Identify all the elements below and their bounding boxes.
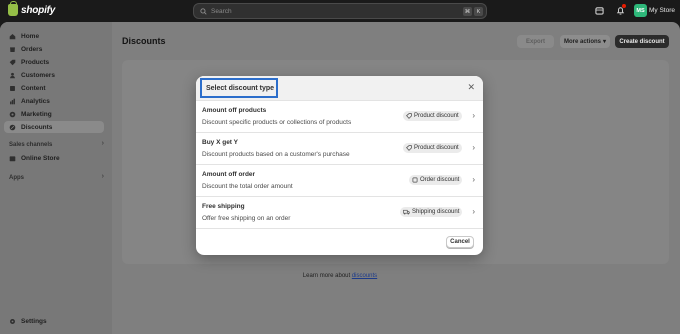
sidebar-item-label: Customers — [21, 71, 55, 79]
option-title: Amount off order — [202, 171, 256, 178]
chevron-right-icon: › — [472, 143, 475, 152]
sidebar-item-discounts[interactable]: Discounts — [4, 121, 104, 133]
option-amount-off-order[interactable]: Amount off order Discount the total orde… — [196, 165, 483, 197]
option-title: Free shipping — [202, 203, 245, 210]
sidebar-item-orders[interactable]: Orders — [4, 43, 104, 55]
truck-icon — [403, 209, 410, 215]
chevron-down-icon: ▾ — [603, 39, 607, 45]
apps-chevron-icon[interactable]: › — [102, 173, 104, 180]
more-actions-label: More actions — [563, 38, 601, 45]
shipping-discount-badge: Shipping discount — [400, 207, 463, 217]
option-description: Offer free shipping on an order — [202, 215, 291, 222]
sidebar-item-label: Discounts — [21, 123, 53, 131]
top-bar: shopify Search ⌘ K MS My Store — [0, 0, 680, 22]
sidebar-item-customers[interactable]: Customers — [4, 69, 104, 81]
marketing-icon — [9, 111, 16, 117]
sidebar-item-settings[interactable]: Settings — [9, 318, 47, 325]
option-amount-off-products[interactable]: Amount off products Discount specific pr… — [196, 101, 483, 133]
analytics-icon — [10, 98, 15, 104]
search-input[interactable]: Search ⌘ K — [193, 3, 487, 19]
logo-text: shopify — [21, 4, 56, 16]
badge-label: Order discount — [420, 177, 460, 183]
order-discount-badge: Order discount — [409, 175, 463, 185]
shopify-logo[interactable]: shopify — [8, 1, 56, 16]
export-button[interactable]: Export — [517, 35, 554, 48]
more-actions-button[interactable]: More actions ▾ — [560, 35, 610, 48]
sidebar-item-label: Online Store — [21, 154, 60, 162]
home-icon — [9, 33, 16, 39]
badge-label: Product discount — [414, 145, 459, 151]
receipt-icon — [412, 177, 418, 183]
sales-channels-heading: Sales channels — [9, 142, 53, 148]
cancel-button[interactable]: Cancel — [446, 236, 474, 248]
shopify-bag-icon — [8, 1, 18, 16]
sidebar-item-label: Marketing — [21, 110, 52, 118]
close-icon[interactable]: ✕ — [467, 83, 475, 92]
option-free-shipping[interactable]: Free shipping Offer free shipping on an … — [196, 197, 483, 229]
discounts-icon — [9, 124, 16, 130]
gear-icon — [10, 319, 15, 324]
option-description: Discount products based on a customer's … — [202, 151, 350, 158]
sidebar-item-label: Analytics — [21, 97, 50, 105]
sidebar-item-label: Orders — [21, 45, 43, 53]
tag-icon — [406, 145, 412, 151]
product-discount-badge: Product discount — [403, 143, 462, 153]
sidebar-item-marketing[interactable]: Marketing — [4, 108, 104, 120]
option-description: Discount the total order amount — [202, 183, 293, 190]
shortcut-key-k: K — [474, 7, 483, 16]
badge-label: Product discount — [414, 113, 459, 119]
option-title: Amount off products — [202, 107, 267, 114]
modal-header: Select discount type ✕ — [196, 76, 483, 101]
notification-dot — [622, 4, 626, 8]
sidebar-item-home[interactable]: Home — [4, 30, 104, 42]
sales-channels-chevron-icon[interactable]: › — [102, 140, 104, 147]
search-placeholder: Search — [211, 7, 232, 15]
content-icon — [10, 85, 15, 91]
store-avatar[interactable]: MS — [634, 4, 647, 17]
store-name[interactable]: My Store — [649, 7, 675, 14]
modal-title: Select discount type — [200, 78, 278, 98]
sidebar-item-label: Home — [21, 32, 40, 40]
badge-label: Shipping discount — [412, 209, 460, 215]
search-icon — [200, 7, 207, 15]
products-icon — [9, 59, 16, 65]
discounts-link[interactable]: discounts — [352, 273, 377, 279]
option-title: Buy X get Y — [202, 139, 239, 146]
sidebar-item-label: Products — [21, 58, 50, 66]
select-discount-type-modal: Select discount type ✕ Amount off produc… — [196, 76, 483, 255]
chevron-right-icon: › — [472, 207, 475, 216]
notifications-bell-icon[interactable] — [616, 4, 626, 15]
sidebar-item-content[interactable]: Content — [4, 82, 104, 94]
create-discount-button[interactable]: Create discount — [615, 35, 669, 48]
shortcut-key-cmd: ⌘ — [463, 7, 472, 16]
tag-icon — [406, 113, 412, 119]
option-buy-x-get-y[interactable]: Buy X get Y Discount products based on a… — [196, 133, 483, 165]
settings-label: Settings — [21, 318, 47, 325]
sidebar-item-online-store[interactable]: Online Store — [4, 152, 104, 164]
customers-icon — [10, 72, 15, 78]
store-icon[interactable] — [595, 6, 604, 15]
sidebar-item-products[interactable]: Products — [4, 56, 104, 68]
orders-icon — [10, 46, 15, 52]
option-description: Discount specific products or collection… — [202, 119, 352, 126]
page-title: Discounts — [122, 36, 166, 46]
sidebar-item-label: Content — [21, 84, 46, 92]
product-discount-badge: Product discount — [403, 111, 462, 121]
learn-more-prefix: Learn more about — [302, 273, 352, 279]
apps-heading[interactable]: Apps — [9, 175, 24, 181]
chevron-right-icon: › — [472, 111, 475, 120]
sidebar: Home Orders Products Customers Content A… — [0, 22, 112, 334]
online-store-icon — [9, 155, 16, 161]
sidebar-item-analytics[interactable]: Analytics — [4, 95, 104, 107]
chevron-right-icon: › — [472, 175, 475, 184]
learn-more-text: Learn more about discounts — [0, 273, 680, 279]
